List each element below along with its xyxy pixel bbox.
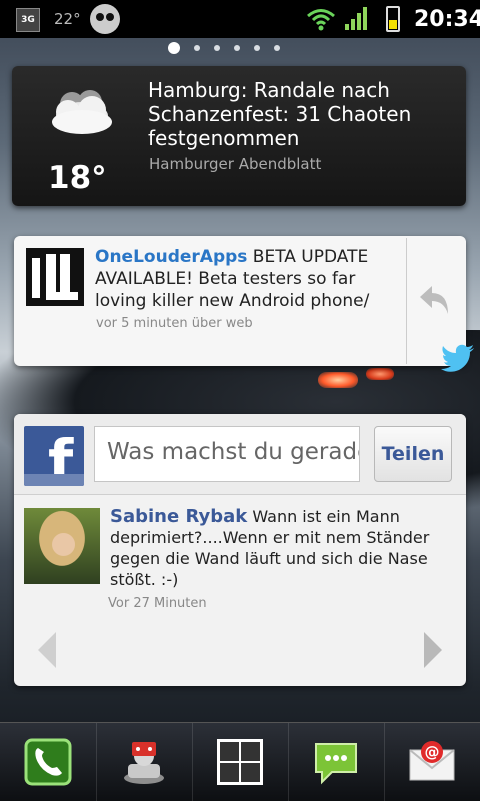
facebook-status-bar: f Was machst du gerade? Teilen <box>14 414 466 495</box>
share-button[interactable]: Teilen <box>374 426 452 482</box>
status-bar[interactable]: 3G 22° 20:34 <box>0 0 480 38</box>
news-source: Hamburger Abendblatt <box>149 155 322 173</box>
dock-contacts[interactable] <box>96 723 193 801</box>
signal-icon <box>344 0 372 38</box>
page-dot[interactable] <box>254 45 260 51</box>
page-dot[interactable] <box>194 45 200 51</box>
dock-messaging[interactable] <box>288 723 385 801</box>
post-text: Sabine Rybak Wann ist ein Mann deprimier… <box>110 506 450 590</box>
divider <box>406 238 407 364</box>
page-dot[interactable] <box>168 42 180 54</box>
battery-icon <box>386 6 400 32</box>
dock-email[interactable]: @ <box>384 723 480 801</box>
wallpaper-taillight <box>366 368 394 380</box>
facebook-icon[interactable]: f <box>24 426 84 486</box>
tweet-username[interactable]: OneLouderApps <box>95 247 247 267</box>
tweet-meta: vor 5 minuten über web <box>96 316 253 331</box>
phone-icon <box>24 738 72 786</box>
clock: 20:34 <box>414 6 480 32</box>
wifi-icon <box>306 0 336 38</box>
temperature-text: 22° <box>54 10 81 28</box>
onelouderapps-avatar[interactable] <box>26 248 84 306</box>
avatar[interactable] <box>24 508 100 584</box>
wallpaper-taillight <box>318 372 358 388</box>
page-dot[interactable] <box>234 45 240 51</box>
status-input[interactable]: Was machst du gerade? <box>94 426 360 482</box>
post-time: Vor 27 Minuten <box>108 596 207 611</box>
dock-phone[interactable] <box>0 723 97 801</box>
page-dot[interactable] <box>214 45 220 51</box>
twitter-widget[interactable]: OneLouderApps BETA UPDATE AVAILABLE! Bet… <box>14 236 466 366</box>
next-arrow-icon[interactable] <box>424 632 442 668</box>
news-headline[interactable]: Hamburg: Randale nach Schanzenfest: 31 C… <box>148 78 448 150</box>
svg-text:@: @ <box>425 743 440 761</box>
page-dot[interactable] <box>274 45 280 51</box>
contacts-icon <box>124 742 164 784</box>
app-drawer-icon <box>217 739 263 785</box>
page-indicator[interactable] <box>168 40 318 56</box>
email-icon: @ <box>409 741 455 781</box>
facebook-widget[interactable]: f Was machst du gerade? Teilen Sabine Ry… <box>14 414 466 686</box>
cloud-icon <box>52 90 112 134</box>
tweet-text: OneLouderApps BETA UPDATE AVAILABLE! Bet… <box>95 246 395 312</box>
3g-icon: 3G <box>16 8 40 32</box>
twitter-bird-icon <box>441 344 474 372</box>
post-author[interactable]: Sabine Rybak <box>110 506 247 527</box>
weather-temperature: 18° <box>48 160 107 196</box>
android-icon <box>90 4 120 34</box>
messaging-icon <box>315 743 357 785</box>
reply-icon[interactable] <box>416 282 452 318</box>
news-weather-widget[interactable]: 18° Hamburg: Randale nach Schanzenfest: … <box>12 66 466 206</box>
dock-app-drawer[interactable] <box>192 723 289 801</box>
dock: @ <box>0 722 480 801</box>
previous-arrow-icon[interactable] <box>38 632 56 668</box>
